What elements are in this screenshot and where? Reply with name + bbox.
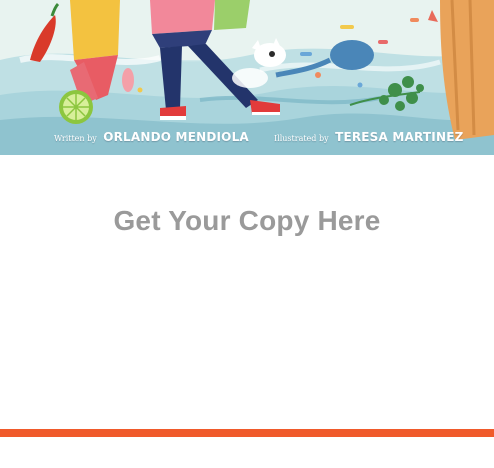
author-credit: Written by ORLANDO MENDIOLA [54,128,249,146]
illustrator-prefix: Illustrated by [274,134,329,143]
get-your-copy-heading: Get Your Copy Here [113,205,381,236]
author-prefix: Written by [54,134,97,143]
illustrator-credit: Illustrated by TERESA MARTINEZ [274,128,464,146]
book-cover-image: Written by ORLANDO MENDIOLA Illustrated … [0,0,494,155]
author-name: ORLANDO MENDIOLA [103,130,249,144]
accent-divider-bar [0,429,494,437]
illustrator-name: TERESA MARTINEZ [335,130,464,144]
